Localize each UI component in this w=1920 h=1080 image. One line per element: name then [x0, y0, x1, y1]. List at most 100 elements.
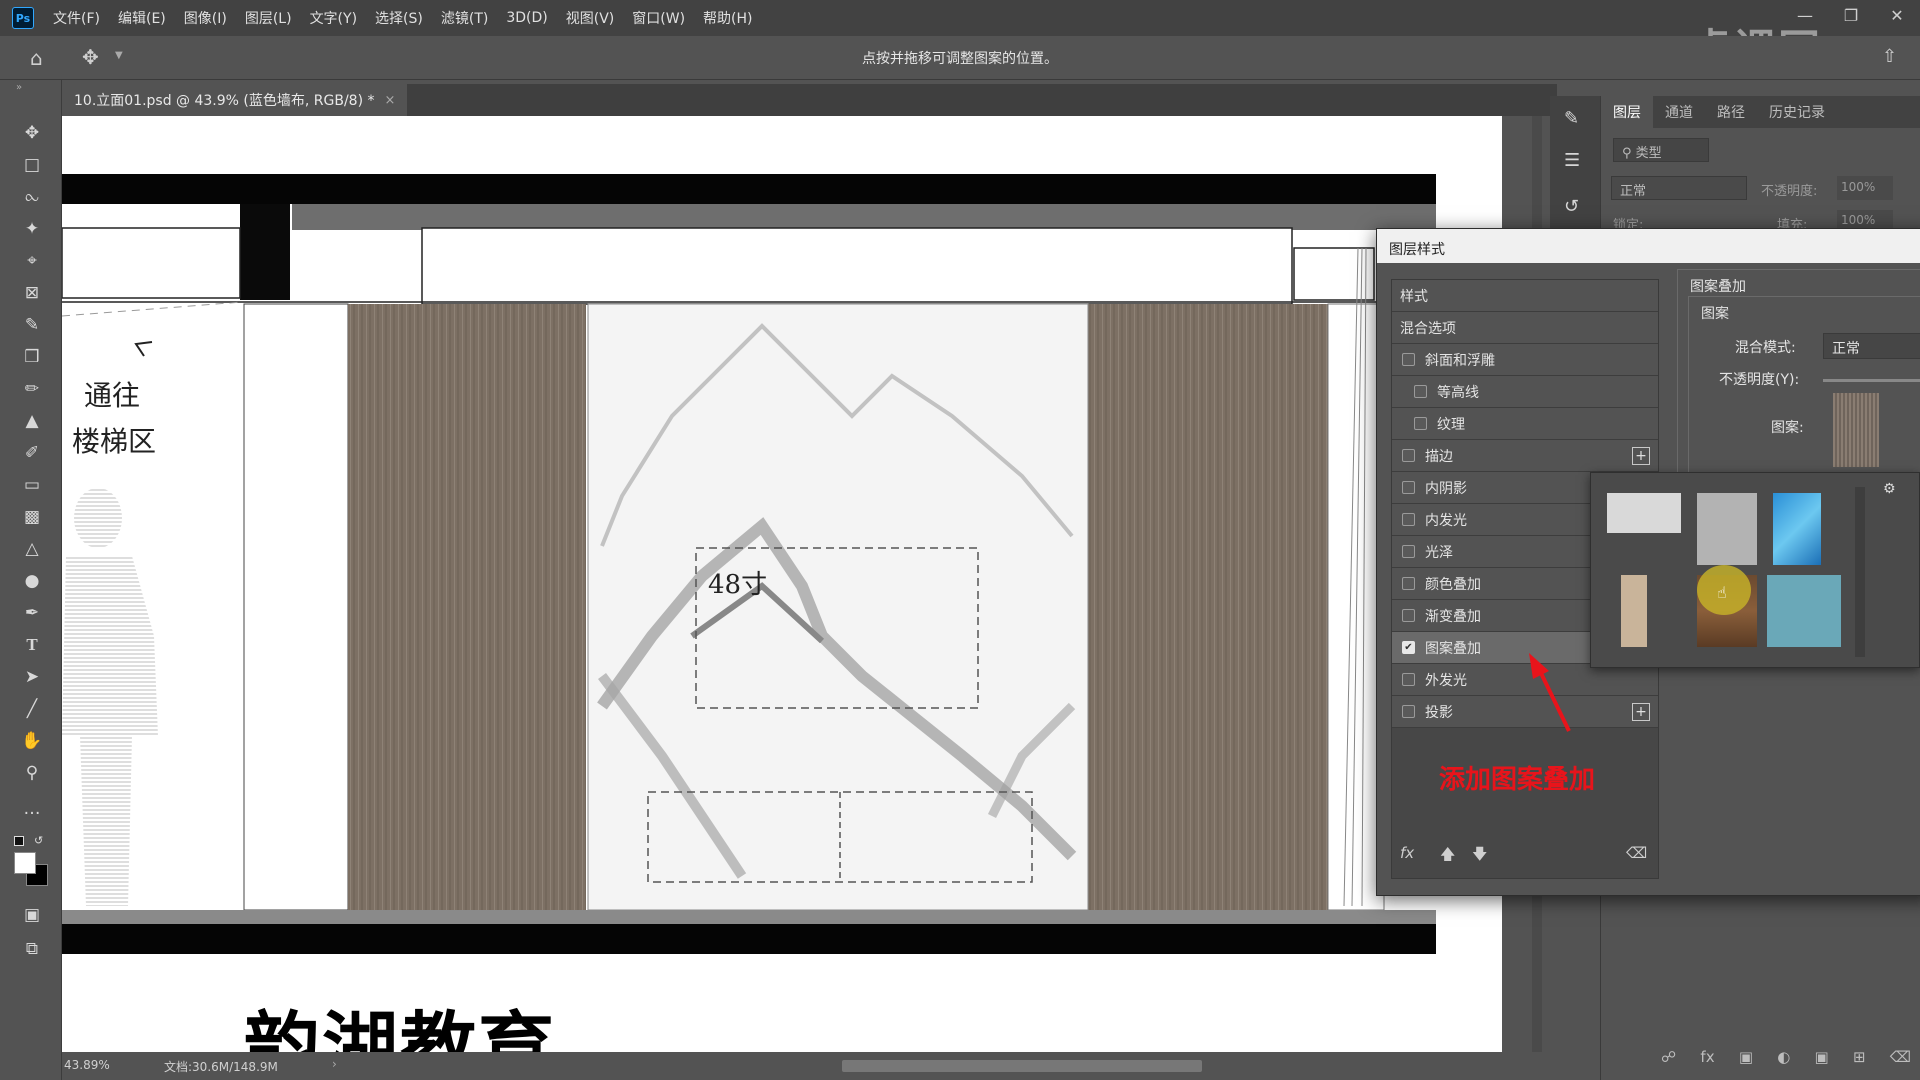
- tab-history[interactable]: 历史记录: [1757, 96, 1837, 128]
- style-item[interactable]: 纹理: [1392, 408, 1658, 440]
- zoom-tool-icon[interactable]: ⚲: [19, 760, 45, 786]
- brush-tool-icon[interactable]: ✏: [19, 376, 45, 402]
- pattern-swatch-water[interactable]: [1773, 493, 1821, 565]
- pattern-swatch-blue-fabric[interactable]: [1767, 575, 1841, 647]
- trash-icon[interactable]: ⌫: [1890, 1048, 1911, 1066]
- move-tool-icon[interactable]: ✥: [19, 120, 45, 146]
- style-checkbox[interactable]: [1402, 513, 1415, 526]
- layer-filter-select[interactable]: ⚲ 类型: [1613, 138, 1709, 162]
- healing-brush-icon[interactable]: ❒: [19, 344, 45, 370]
- document-canvas[interactable]: 通往 楼梯区 48寸 韵湖教育: [62, 116, 1502, 1052]
- stamp-tool-icon[interactable]: ▲: [19, 408, 45, 434]
- tab-paths[interactable]: 路径: [1705, 96, 1757, 128]
- style-checkbox[interactable]: [1402, 481, 1415, 494]
- menu-select[interactable]: 选择(S): [366, 8, 432, 28]
- style-checkbox[interactable]: [1402, 609, 1415, 622]
- pattern-swatch-concrete[interactable]: [1697, 493, 1757, 565]
- maximize-icon[interactable]: ❐: [1828, 0, 1874, 30]
- style-checkbox[interactable]: [1402, 449, 1415, 462]
- gear-icon[interactable]: ⚙: [1883, 481, 1896, 497]
- menu-view[interactable]: 视图(V): [557, 8, 624, 28]
- magic-wand-icon[interactable]: ✦: [19, 216, 45, 242]
- pattern-blend-mode-select[interactable]: 正常: [1823, 333, 1920, 359]
- mask-icon[interactable]: ▣: [1739, 1048, 1753, 1066]
- pattern-opacity-slider[interactable]: [1823, 379, 1920, 382]
- adjust-icon[interactable]: ☰: [1564, 150, 1580, 171]
- menu-layer[interactable]: 图层(L): [236, 8, 301, 28]
- pattern-swatch-marble-beige[interactable]: [1621, 575, 1647, 647]
- gradient-tool-icon[interactable]: ▩: [19, 504, 45, 530]
- link-layers-icon[interactable]: ☍: [1661, 1048, 1676, 1066]
- move-down-icon[interactable]: 🡇: [1472, 844, 1487, 869]
- pattern-swatch-gray-stone[interactable]: [1607, 493, 1681, 533]
- dodge-tool-icon[interactable]: ●: [19, 568, 45, 594]
- document-tab[interactable]: 10.立面01.psd @ 43.9% (蓝色墙布, RGB/8) * ×: [62, 84, 408, 116]
- crop-tool-icon[interactable]: ⌖: [19, 248, 45, 274]
- dialog-title[interactable]: 图层样式: [1377, 229, 1920, 263]
- menu-type[interactable]: 文字(Y): [301, 8, 366, 28]
- tab-channels[interactable]: 通道: [1653, 96, 1705, 128]
- type-tool-icon[interactable]: T: [19, 632, 45, 658]
- folder-icon[interactable]: ▣: [1815, 1048, 1829, 1066]
- add-effect-icon[interactable]: +: [1632, 446, 1650, 465]
- menu-3d[interactable]: 3D(D): [497, 10, 556, 26]
- brush-settings-icon[interactable]: ✎: [1564, 108, 1579, 129]
- eyedropper-icon[interactable]: ✎: [19, 312, 45, 338]
- styles-header[interactable]: 样式: [1392, 280, 1658, 312]
- style-item[interactable]: 斜面和浮雕: [1392, 344, 1658, 376]
- menu-filter[interactable]: 滤镜(T): [432, 8, 497, 28]
- blend-options-item[interactable]: 混合选项: [1392, 312, 1658, 344]
- style-item[interactable]: 等高线: [1392, 376, 1658, 408]
- frame-tool-icon[interactable]: ⊠: [19, 280, 45, 306]
- zoom-level[interactable]: 43.89%: [64, 1058, 110, 1072]
- close-tab-icon[interactable]: ×: [385, 93, 396, 108]
- style-checkbox[interactable]: [1402, 705, 1415, 718]
- history-icon[interactable]: ↺: [1564, 196, 1579, 217]
- new-layer-icon[interactable]: ⊞: [1853, 1048, 1866, 1066]
- collapse-icon[interactable]: »: [16, 82, 22, 93]
- tab-layers[interactable]: 图层: [1601, 96, 1653, 128]
- menu-window[interactable]: 窗口(W): [623, 8, 694, 28]
- history-brush-icon[interactable]: ✐: [19, 440, 45, 466]
- style-checkbox[interactable]: ✔: [1402, 641, 1415, 654]
- menu-edit[interactable]: 编辑(E): [109, 8, 175, 28]
- picker-scrollbar[interactable]: [1855, 487, 1865, 657]
- default-colors-icon[interactable]: [14, 836, 24, 846]
- status-arrow-icon[interactable]: ›: [332, 1057, 337, 1071]
- blend-mode-select[interactable]: 正常: [1611, 176, 1747, 200]
- swap-colors-icon[interactable]: ↺: [34, 834, 43, 847]
- style-item[interactable]: 描边 +: [1392, 440, 1658, 472]
- line-tool-icon[interactable]: ╱: [19, 696, 45, 722]
- style-checkbox[interactable]: [1402, 673, 1415, 686]
- foreground-color-swatch[interactable]: [14, 852, 36, 874]
- eraser-tool-icon[interactable]: ▭: [19, 472, 45, 498]
- menu-help[interactable]: 帮助(H): [694, 8, 761, 28]
- share-icon[interactable]: ⇧: [1882, 46, 1897, 67]
- move-up-icon[interactable]: 🡅: [1440, 844, 1455, 869]
- more-tools-icon[interactable]: …: [19, 796, 45, 822]
- blur-tool-icon[interactable]: △: [19, 536, 45, 562]
- horizontal-scrollbar[interactable]: [842, 1060, 1202, 1072]
- style-checkbox[interactable]: [1414, 385, 1427, 398]
- delete-effect-icon[interactable]: ⌫: [1626, 844, 1647, 862]
- fx-menu-button[interactable]: fx: [1400, 844, 1414, 862]
- close-icon[interactable]: ✕: [1874, 0, 1920, 30]
- menu-file[interactable]: 文件(F): [44, 8, 109, 28]
- fx-icon[interactable]: fx: [1700, 1048, 1714, 1066]
- screen-mode-icon[interactable]: ⧉: [19, 936, 45, 962]
- adjustment-icon[interactable]: ◐: [1777, 1048, 1790, 1066]
- path-select-icon[interactable]: ➤: [19, 664, 45, 690]
- canvas-area[interactable]: 通往 楼梯区 48寸 韵湖教育: [62, 116, 1542, 1052]
- style-checkbox[interactable]: [1414, 417, 1427, 430]
- style-checkbox[interactable]: [1402, 353, 1415, 366]
- pen-tool-icon[interactable]: ✒: [19, 600, 45, 626]
- style-checkbox[interactable]: [1402, 577, 1415, 590]
- quick-mask-icon[interactable]: ▣: [19, 902, 45, 928]
- marquee-tool-icon[interactable]: □: [19, 152, 45, 178]
- add-effect-icon[interactable]: +: [1632, 702, 1650, 721]
- menu-image[interactable]: 图像(I): [175, 8, 236, 28]
- opacity-input[interactable]: 100%: [1837, 176, 1893, 200]
- lasso-tool-icon[interactable]: ⧜: [19, 184, 45, 210]
- pattern-preview[interactable]: [1833, 393, 1879, 467]
- style-checkbox[interactable]: [1402, 545, 1415, 558]
